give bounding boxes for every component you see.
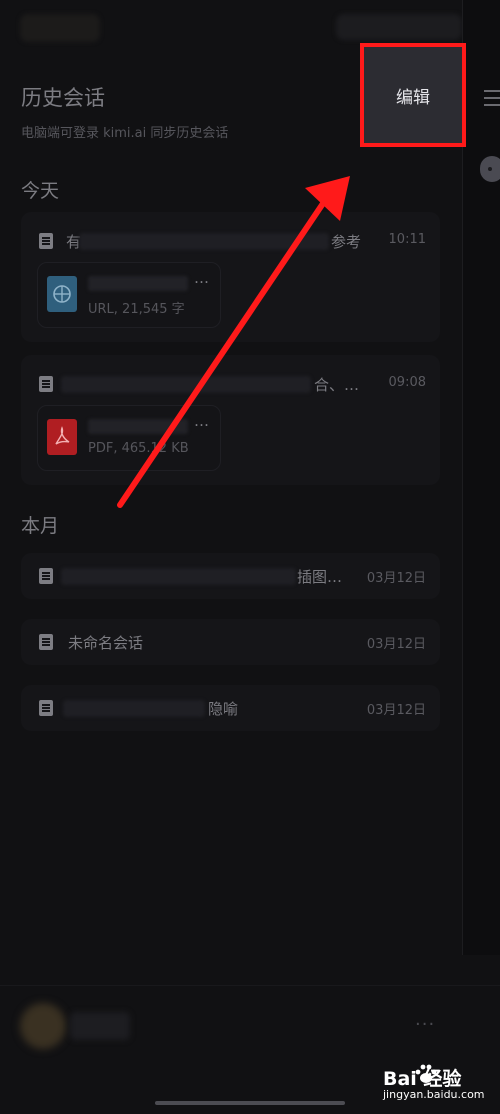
more-options-icon[interactable]: ··· bbox=[415, 1014, 435, 1035]
home-indicator[interactable] bbox=[155, 1101, 345, 1105]
annotation-arrow bbox=[117, 176, 350, 508]
watermark-url: jingyan.baidu.com bbox=[383, 1088, 485, 1101]
watermark-brand: Bai 经验 bbox=[383, 1068, 462, 1090]
avatar[interactable] bbox=[20, 1003, 66, 1049]
username-redacted bbox=[70, 1012, 130, 1040]
